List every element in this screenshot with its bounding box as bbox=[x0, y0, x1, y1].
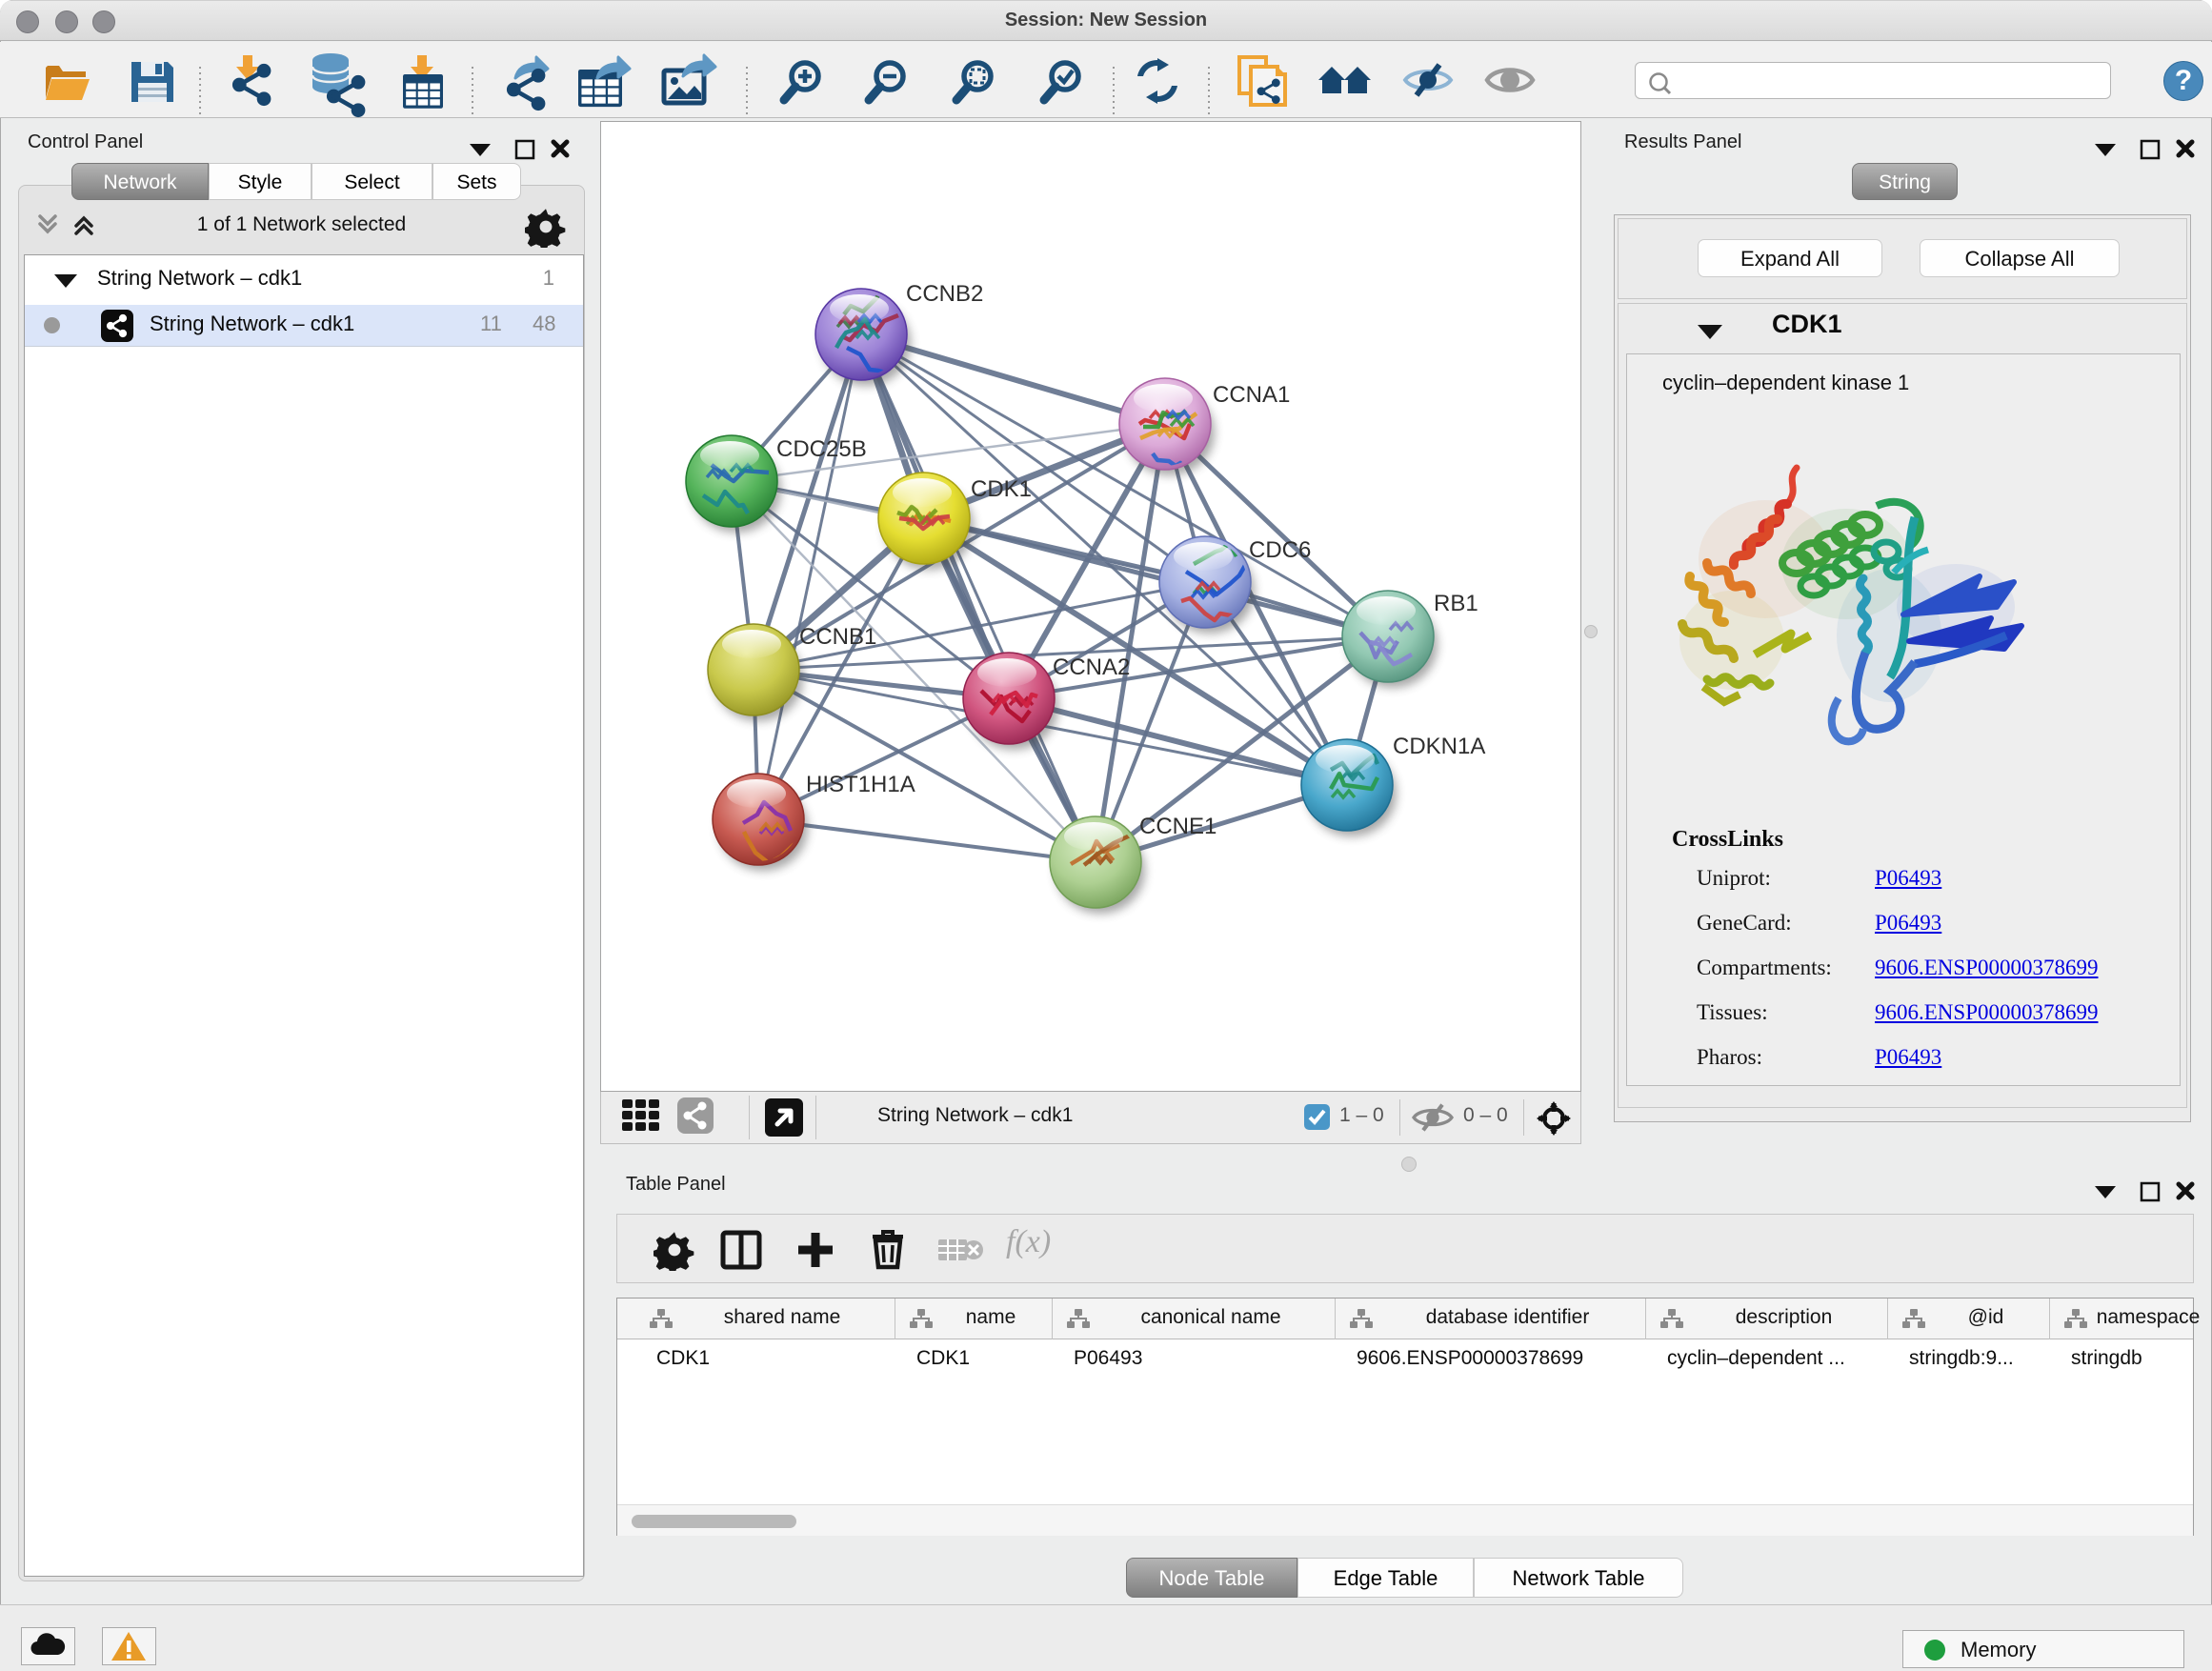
svg-text:CCNA1: CCNA1 bbox=[1213, 382, 1290, 408]
svg-text:CCNA2: CCNA2 bbox=[1053, 654, 1130, 680]
svg-text:CDKN1A: CDKN1A bbox=[1393, 734, 1485, 759]
svg-text:CCNE1: CCNE1 bbox=[1139, 814, 1217, 839]
svg-text:CDC6: CDC6 bbox=[1249, 537, 1311, 563]
svg-text:RB1: RB1 bbox=[1434, 591, 1478, 616]
svg-text:CCNB1: CCNB1 bbox=[799, 624, 876, 650]
svg-text:HIST1H1A: HIST1H1A bbox=[806, 772, 915, 797]
svg-text:CDK1: CDK1 bbox=[971, 476, 1032, 502]
svg-text:CCNB2: CCNB2 bbox=[906, 281, 983, 307]
svg-text:CDC25B: CDC25B bbox=[776, 436, 867, 462]
